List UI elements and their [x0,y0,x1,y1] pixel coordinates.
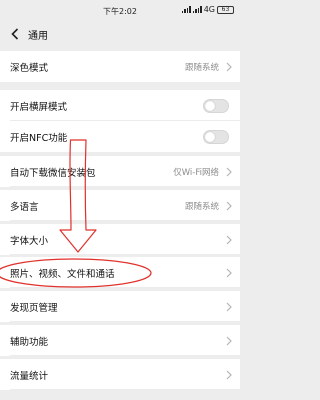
chevron-right-icon [226,201,232,210]
setting-row-dark-mode[interactable]: 深色模式 跟随系统 [0,51,240,82]
chevron-right-icon [226,167,232,176]
chevron-right-icon [226,336,232,345]
chevron-right-icon [226,62,232,71]
setting-label: 开启NFC功能 [10,132,68,144]
setting-label: 开启横屏模式 [10,101,68,113]
signal-icon [192,6,202,13]
back-arrow-icon[interactable] [6,25,24,43]
setting-label: 辅助功能 [10,336,49,348]
setting-row-font-size[interactable]: 字体大小 [0,224,240,255]
setting-row-nfc: 开启NFC功能 [0,121,240,152]
setting-value: 跟随系统 [184,62,219,73]
setting-label: 字体大小 [10,235,49,247]
toggle-knob [205,131,215,142]
status-indicators: 4G 63 [181,5,234,14]
setting-label: 自动下载微信安装包 [10,167,96,179]
header: 通用 [0,20,240,48]
chevron-right-icon [226,302,232,311]
setting-row-language[interactable]: 多语言 跟随系统 [0,190,240,221]
setting-row-auto-download[interactable]: 自动下载微信安装包 仅Wi-Fi网络 [0,156,240,187]
chevron-right-icon [226,370,232,379]
setting-label: 深色模式 [10,62,49,74]
chevron-right-icon [226,268,232,277]
setting-row-discover-manage[interactable]: 发现页管理 [0,291,240,322]
signal-icon [181,6,191,13]
setting-label: 发现页管理 [10,302,58,314]
setting-row-landscape-mode: 开启横屏模式 [0,90,240,121]
setting-row-accessibility[interactable]: 辅助功能 [0,325,240,356]
setting-label: 照片、视频、文件和通话 [10,268,115,280]
battery-icon: 63 [217,5,234,14]
setting-value: 仅Wi-Fi网络 [173,167,219,178]
setting-label: 多语言 [10,201,39,213]
landscape-toggle[interactable] [203,98,229,113]
toggle-knob [205,100,215,111]
nfc-toggle[interactable] [203,129,229,144]
status-bar: 下午2:02 4G 63 [0,0,240,20]
page-title: 通用 [28,30,48,42]
chevron-right-icon [226,235,232,244]
setting-row-media-files[interactable]: 照片、视频、文件和通话 [0,257,240,288]
setting-label: 流量统计 [10,370,49,382]
network-type: 4G [203,5,215,14]
setting-row-data-usage[interactable]: 流量统计 [0,359,240,390]
setting-value: 跟随系统 [184,201,219,212]
